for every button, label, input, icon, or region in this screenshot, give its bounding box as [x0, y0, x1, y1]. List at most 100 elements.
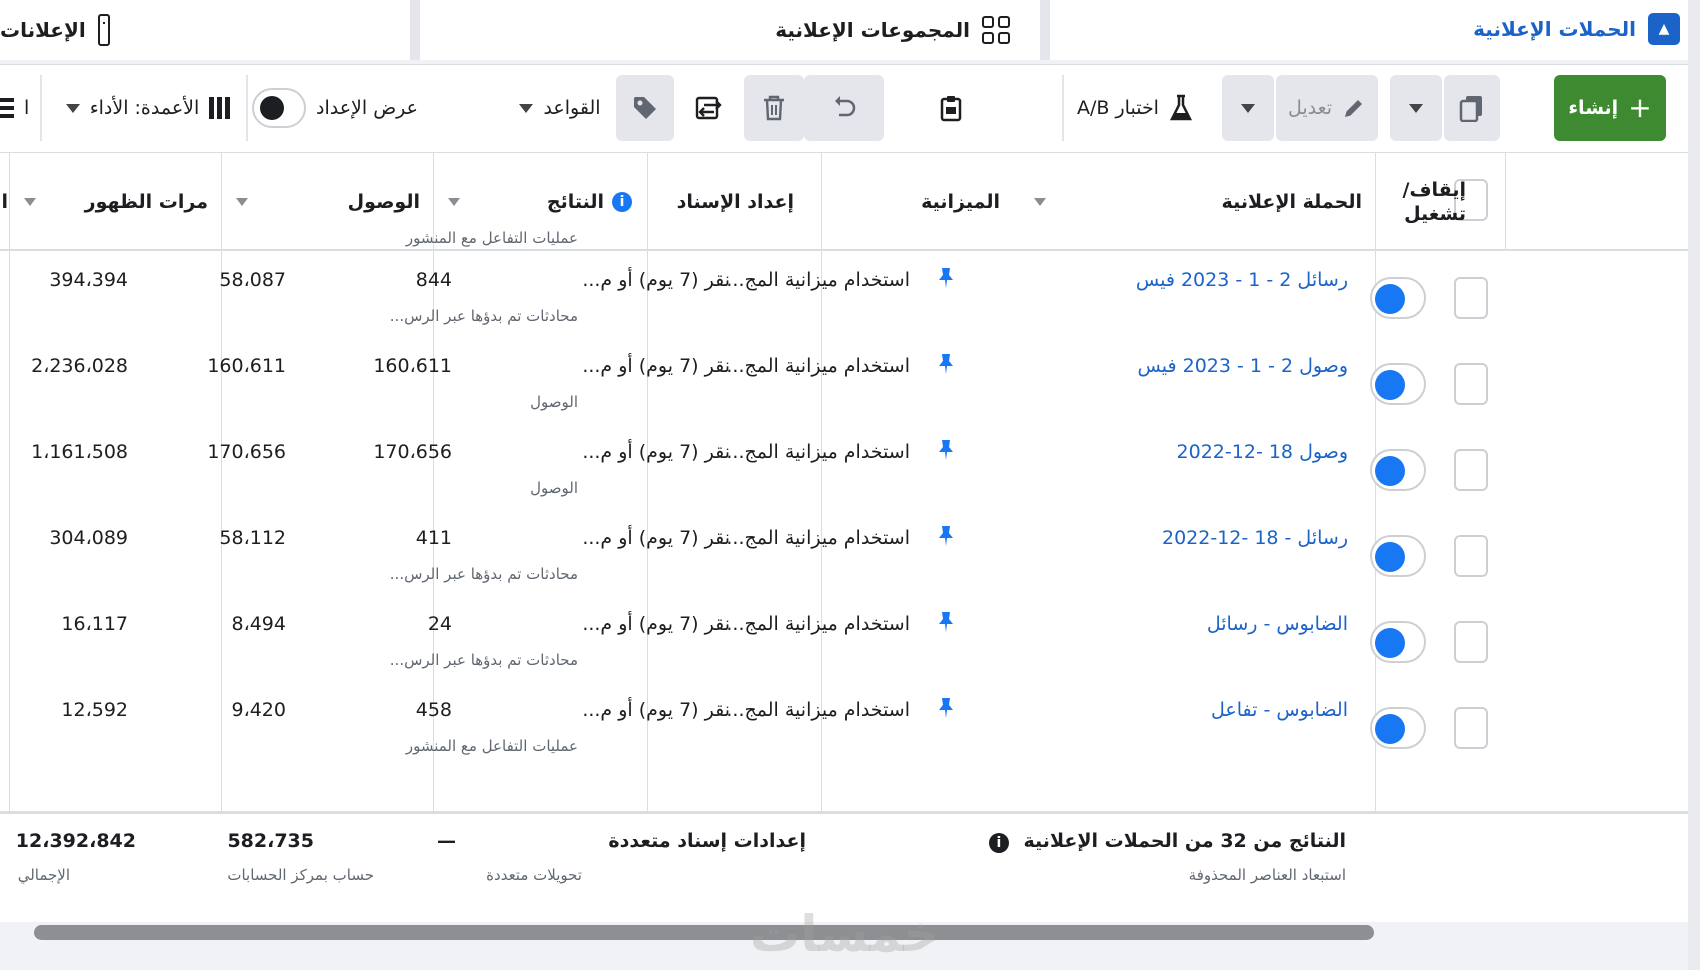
delete-button[interactable]: [744, 75, 804, 141]
campaign-on-off-toggle[interactable]: [1370, 535, 1426, 577]
row-checkbox[interactable]: [1454, 449, 1488, 491]
campaign-name-link[interactable]: وصول 18 -12-2022: [1177, 441, 1348, 463]
column-attribution-label: إعداد الإسناد: [676, 191, 794, 213]
partial-row-results-sub: عمليات التفاعل مع المنشور: [405, 229, 578, 247]
campaign-name-link[interactable]: الضابوس - تفاعل: [1211, 699, 1348, 721]
footer-subtitle: استبعاد العناصر المحذوفة: [1188, 866, 1346, 884]
column-impressions[interactable]: مرات الظهور: [85, 153, 208, 251]
campaign-name-link[interactable]: وصول 2 - 1 - 2023 فيس: [1138, 355, 1348, 377]
column-on-off[interactable]: إيقاف/ تشغيل: [1386, 153, 1466, 251]
results-cell: 844: [415, 269, 452, 291]
pencil-icon: [1345, 100, 1363, 117]
duplicate-dropdown[interactable]: [1390, 75, 1442, 141]
breakdown-label: ا: [24, 97, 30, 119]
table-row[interactable]: وصول 2 - 1 - 2023 فيس استخدام ميزانية الم…: [0, 339, 1688, 425]
pin-icon[interactable]: [938, 525, 954, 547]
campaign-on-off-toggle[interactable]: [1370, 363, 1426, 405]
attribution-cell: نقر (7 يوم) أو م...: [582, 355, 730, 377]
columns-dropdown[interactable]: الأعمدة: الأداء: [58, 75, 238, 141]
column-attribution[interactable]: إعداد الإسناد: [677, 153, 794, 251]
campaign-on-off-toggle[interactable]: [1370, 621, 1426, 663]
undo-button[interactable]: [804, 75, 884, 141]
column-menu-caret[interactable]: [1034, 198, 1046, 206]
view-setup-label: عرض الإعداد: [316, 97, 418, 119]
tab-adsets[interactable]: المجموعات الإعلانية: [420, 0, 1040, 60]
pin-icon[interactable]: [938, 697, 954, 719]
impressions-cell: 304،089: [49, 527, 128, 549]
results-type-cell: محادثات تم بدؤها عبر الرس...: [389, 651, 578, 669]
campaign-on-off-toggle[interactable]: [1370, 449, 1426, 491]
column-menu-caret[interactable]: [24, 198, 36, 206]
table-row[interactable]: الضابوس - رسائل استخدام ميزانية المج... نق…: [0, 597, 1688, 683]
column-cut-off: ا: [0, 153, 8, 251]
impressions-cell: 12،592: [61, 699, 128, 721]
column-budget[interactable]: الميزانية: [921, 153, 1000, 251]
rules-label: القواعد: [543, 97, 601, 119]
row-checkbox[interactable]: [1454, 277, 1488, 319]
breakdown-dropdown[interactable]: ا: [0, 75, 38, 141]
info-icon[interactable]: i: [612, 192, 632, 212]
results-cell: 411: [415, 527, 452, 549]
tab-ads[interactable]: الإعلانات: [0, 0, 410, 60]
campaign-on-off-toggle[interactable]: [1370, 707, 1426, 749]
ab-test-label: اختبار A/B: [1077, 97, 1159, 119]
footer-reach-sub: حساب بمركز الحسابات: [227, 866, 374, 884]
table-row[interactable]: رسائل - 18 -12-2022 استخدام ميزانية المج.…: [0, 511, 1688, 597]
breakdown-icon: [0, 98, 14, 118]
attribution-cell: نقر (7 يوم) أو م...: [582, 699, 730, 721]
row-checkbox[interactable]: [1454, 363, 1488, 405]
campaign-name-link[interactable]: رسائل - 18 -12-2022: [1162, 527, 1348, 549]
pin-icon[interactable]: [938, 439, 954, 461]
row-checkbox[interactable]: [1454, 707, 1488, 749]
tag-button[interactable]: [616, 75, 674, 141]
info-icon[interactable]: i: [988, 833, 1009, 853]
tab-campaigns[interactable]: ▲ الحملات الإعلانية: [1050, 0, 1700, 60]
table-row[interactable]: الضابوس - تفاعل استخدام ميزانية المج... نق…: [0, 683, 1688, 769]
budget-cell: استخدام ميزانية المج...: [726, 355, 910, 377]
window-edge: [1688, 0, 1700, 970]
campaign-name-link[interactable]: رسائل 2 - 1 - 2023 فيس: [1136, 269, 1348, 291]
toolbar-divider: [40, 75, 42, 141]
scrollbar-thumb[interactable]: [34, 925, 1374, 940]
tab-divider: [410, 0, 420, 60]
ab-test-button[interactable]: اختبار A/B: [1072, 75, 1198, 141]
row-checkbox[interactable]: [1454, 621, 1488, 663]
footer-attribution: إعدادات إسناد متعددة: [608, 830, 806, 852]
results-cell: 160،611: [373, 355, 452, 377]
campaign-on-off-toggle[interactable]: [1370, 277, 1426, 319]
level-tabs: ▲ الحملات الإعلانية المجموعات الإعلانية …: [0, 0, 1700, 64]
grid-icon: [982, 16, 1010, 44]
campaign-name-link[interactable]: الضابوس - رسائل: [1207, 613, 1348, 635]
results-type-cell: عمليات التفاعل مع المنشور: [405, 737, 578, 755]
view-setup-toggle[interactable]: عرض الإعداد: [250, 75, 420, 141]
create-button[interactable]: + إنشاء: [1554, 75, 1666, 141]
table-row[interactable]: وصول 18 -12-2022 استخدام ميزانية المج... ن…: [0, 425, 1688, 511]
reach-cell: 9،420: [231, 699, 287, 721]
footer-results-sub: تحويلات متعددة: [486, 866, 582, 884]
pin-icon[interactable]: [938, 611, 954, 633]
edit-button[interactable]: تعديل: [1276, 75, 1378, 141]
attribution-cell: نقر (7 يوم) أو م...: [582, 269, 730, 291]
column-menu-caret[interactable]: [448, 198, 460, 206]
rules-dropdown[interactable]: القواعد: [512, 75, 608, 141]
tab-campaigns-label: الحملات الإعلانية: [1473, 16, 1636, 41]
column-campaign[interactable]: الحملة الإعلانية: [1222, 153, 1362, 251]
flask-icon: [1169, 94, 1192, 121]
row-checkbox[interactable]: [1454, 535, 1488, 577]
table-row[interactable]: رسائل 2 - 1 - 2023 فيس استخدام ميزانية ال…: [0, 253, 1688, 339]
tab-divider: [1040, 0, 1050, 60]
table-header: إيقاف/ تشغيل الحملة الإعلانية الميزانية …: [0, 153, 1688, 251]
chevron-down-icon: [65, 103, 80, 113]
pin-icon[interactable]: [938, 267, 954, 289]
view-setup-switch[interactable]: [252, 88, 306, 128]
move-button[interactable]: [680, 75, 738, 141]
footer-impressions-sub: الإجمالي: [17, 866, 70, 884]
pin-icon[interactable]: [938, 353, 954, 375]
duplicate-button[interactable]: [1444, 75, 1500, 141]
swap-icon: [695, 96, 722, 120]
clipboard-button[interactable]: [922, 75, 980, 141]
edit-dropdown[interactable]: [1222, 75, 1274, 141]
column-menu-caret[interactable]: [236, 198, 248, 206]
impressions-cell: 16،117: [61, 613, 128, 635]
budget-cell: استخدام ميزانية المج...: [726, 527, 910, 549]
